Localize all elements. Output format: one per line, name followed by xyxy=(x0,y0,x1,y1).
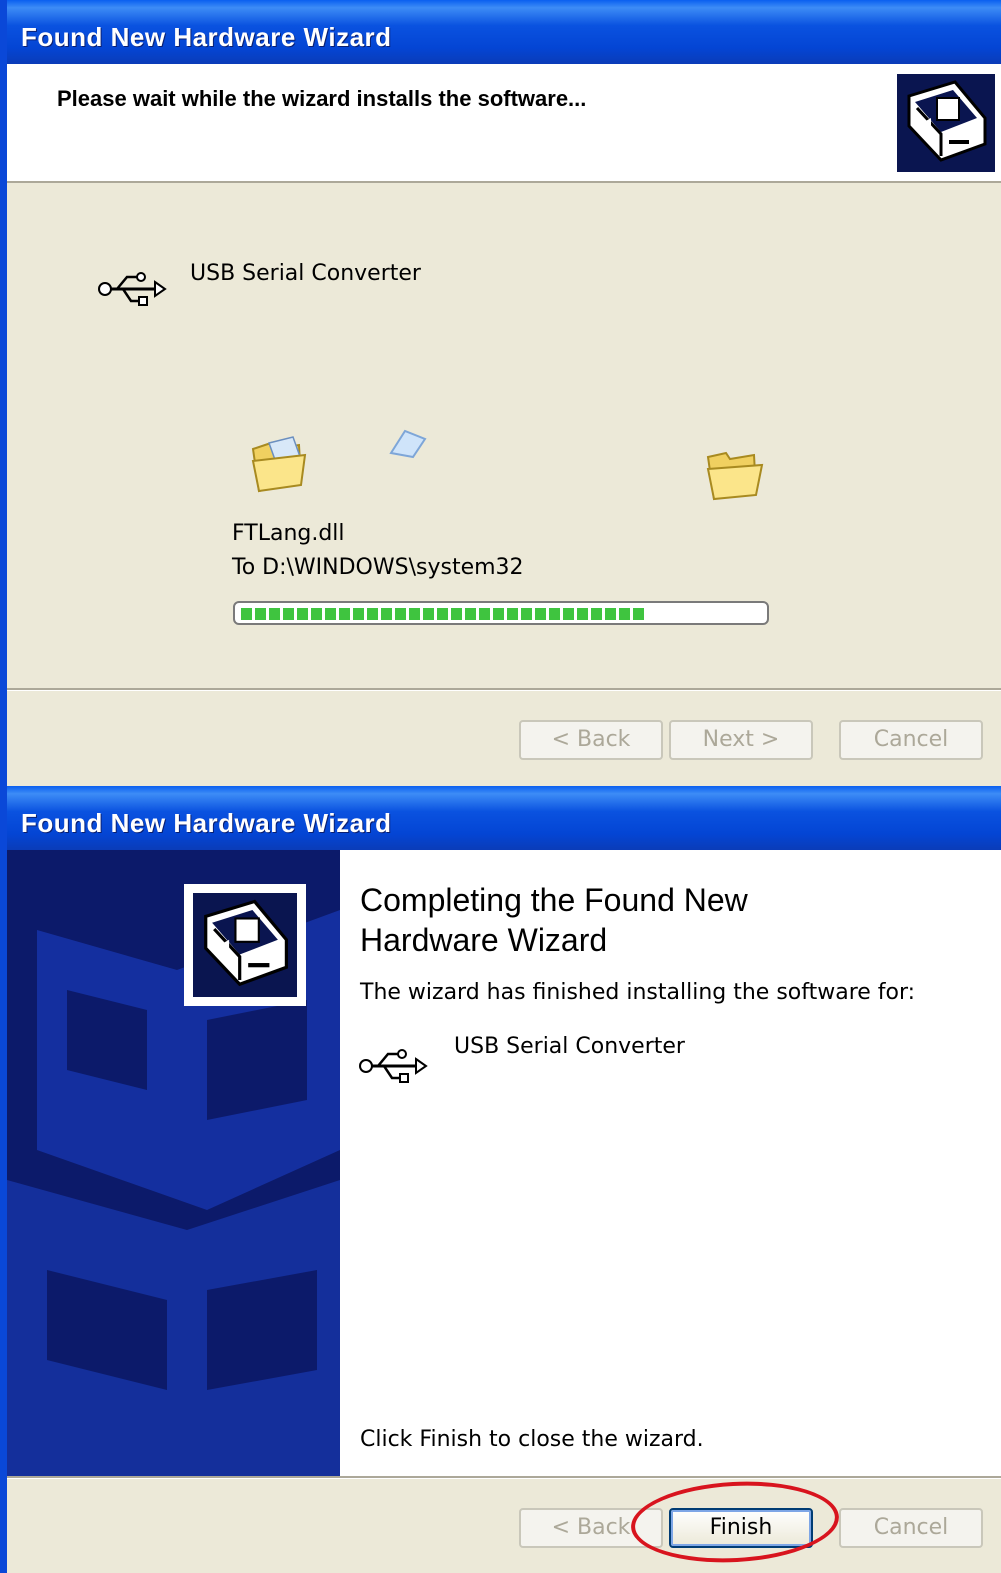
window-title: Found New Hardware Wizard xyxy=(21,22,392,52)
progress-fill xyxy=(241,608,647,620)
completion-content: Completing the Found New Hardware Wizard… xyxy=(340,850,1001,1476)
window-title: Found New Hardware Wizard xyxy=(21,808,392,838)
cancel-button[interactable]: Cancel xyxy=(839,1508,983,1548)
title-bar[interactable]: Found New Hardware Wizard xyxy=(7,786,1001,850)
hardware-wizard-icon xyxy=(897,74,995,172)
cancel-button[interactable]: Cancel xyxy=(839,720,983,760)
heading-line-1: Completing the Found New xyxy=(360,882,748,918)
install-progress-window: Found New Hardware Wizard Please wait wh… xyxy=(0,0,1001,786)
next-button[interactable]: Next > xyxy=(669,720,813,760)
source-folder-icon xyxy=(251,436,307,493)
header-title: Please wait while the wizard installs th… xyxy=(57,86,587,111)
wizard-header: Please wait while the wizard installs th… xyxy=(7,64,1001,183)
hardware-wizard-large-icon xyxy=(184,884,306,1006)
wizard-body: USB Serial Converter FTLang.dll To D:\WI… xyxy=(7,183,1001,686)
heading-line-2: Hardware Wizard xyxy=(360,922,608,958)
completion-message: The wizard has finished installing the s… xyxy=(360,980,916,1005)
destination-folder-icon xyxy=(706,451,764,501)
current-file-name: FTLang.dll xyxy=(232,521,345,546)
footer-separator xyxy=(7,688,1001,691)
back-button[interactable]: < Back xyxy=(519,720,663,760)
title-bar[interactable]: Found New Hardware Wizard xyxy=(7,0,1001,64)
completion-window: Found New Hardware Wizard Completing the… xyxy=(0,786,1001,1573)
close-instruction: Click Finish to close the wizard. xyxy=(360,1427,704,1452)
footer-separator xyxy=(7,1476,1001,1479)
destination-path: To D:\WINDOWS\system32 xyxy=(232,555,524,580)
install-progress-bar xyxy=(233,601,769,625)
completion-heading: Completing the Found New Hardware Wizard xyxy=(360,880,748,960)
usb-icon xyxy=(98,272,167,306)
wizard-side-banner xyxy=(7,850,340,1476)
device-name: USB Serial Converter xyxy=(190,261,421,286)
usb-icon xyxy=(359,1049,428,1083)
finish-highlight-annotation xyxy=(629,1476,841,1568)
flying-file-icon xyxy=(389,429,427,459)
device-name: USB Serial Converter xyxy=(454,1034,685,1059)
